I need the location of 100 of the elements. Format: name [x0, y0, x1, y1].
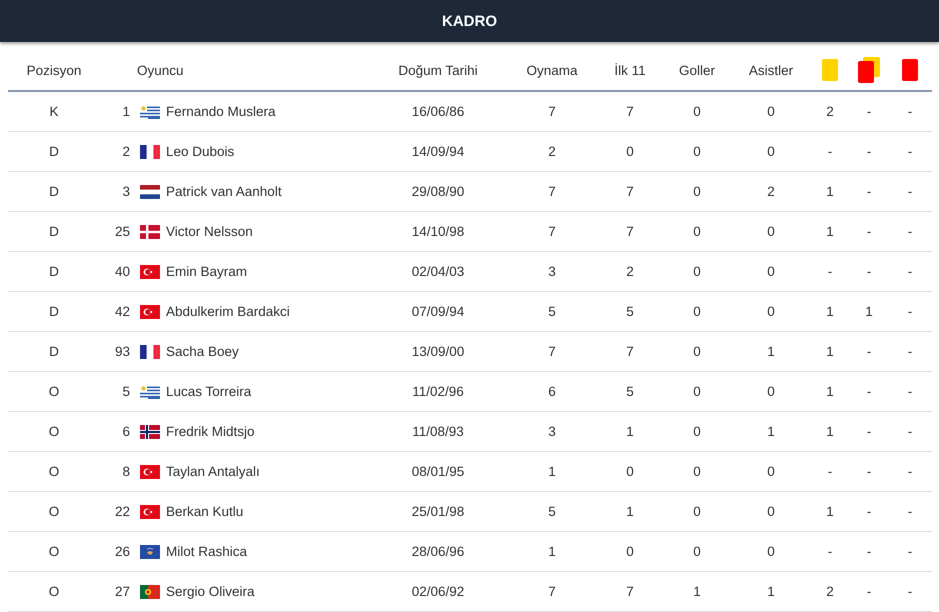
table-cell: 29/08/90: [412, 184, 464, 199]
table-cell: 1: [767, 424, 775, 439]
table-cell: 0: [767, 544, 775, 559]
denmark-flag-icon: [140, 224, 160, 238]
table-cell: 0: [693, 464, 701, 479]
table-cell: 7: [548, 584, 556, 599]
table-cell: 1: [626, 504, 634, 519]
table-cell: 6: [122, 424, 130, 439]
table-cell: -: [908, 384, 912, 399]
table-cell: 22: [114, 504, 130, 519]
column-header: Asistler: [748, 62, 794, 78]
table-cell: 1: [122, 104, 130, 119]
table-cell: 0: [693, 544, 701, 559]
table-cell: 08/01/95: [412, 464, 464, 479]
table-cell: 27: [114, 584, 130, 599]
table-cell: D: [49, 224, 59, 239]
table-cell: -: [866, 264, 872, 279]
table-cell: 0: [767, 304, 775, 319]
table-cell: -: [866, 344, 872, 359]
table-cell: O: [48, 384, 60, 399]
table-cell: D: [49, 184, 59, 199]
table-cell: 1: [826, 504, 834, 519]
section-title: KADRO: [442, 12, 497, 30]
table-cell: -: [908, 184, 912, 199]
table-cell: 1: [826, 424, 834, 439]
table-cell: 7: [626, 344, 634, 359]
table-cell: -: [866, 184, 872, 199]
table-cell: 40: [114, 264, 130, 279]
table-cell: 0: [693, 224, 701, 239]
table-cell: 0: [626, 544, 634, 559]
table-cell: -: [866, 424, 872, 439]
table-cell: 1: [548, 544, 556, 559]
table-cell: 42: [114, 304, 130, 319]
player-name: Leo Dubois: [166, 144, 234, 159]
table-cell: K: [49, 104, 58, 119]
table-cell: 0: [693, 504, 701, 519]
kosovo-flag-icon: [140, 544, 160, 558]
table-cell: 25: [114, 224, 130, 239]
column-header: Oyuncu: [137, 62, 184, 78]
table-cell: 26: [114, 544, 130, 559]
column-header: Doğum Tarihi: [398, 62, 478, 78]
table-cell: -: [866, 104, 872, 119]
table-cell: -: [828, 544, 832, 559]
table-cell: -: [866, 464, 872, 479]
table-cell: 28/06/96: [412, 544, 464, 559]
turkey-flag-icon: [140, 504, 160, 518]
norway-flag-icon: [140, 424, 160, 438]
column-header: Goller: [678, 62, 715, 78]
player-name: Emin Bayram: [166, 264, 248, 279]
table-cell: D: [49, 344, 59, 359]
table-cell: 0: [767, 504, 775, 519]
table-cell: 5: [626, 384, 634, 399]
table-cell: O: [48, 464, 60, 479]
table-cell: 3: [548, 424, 556, 439]
table-cell: 5: [548, 504, 556, 519]
table-cell: 11/02/96: [412, 384, 464, 399]
booking-card-icon: [821, 58, 839, 82]
column-header: Pozisyon: [26, 62, 82, 78]
table-cell: 5: [626, 304, 634, 319]
table-cell: 0: [767, 464, 775, 479]
netherlands-flag-icon: [140, 184, 160, 198]
table-cell: 0: [693, 344, 701, 359]
player-name: Fernando Muslera: [166, 104, 276, 119]
table-cell: 1: [767, 584, 775, 599]
table-cell: -: [908, 104, 912, 119]
dismissal-card-icon: [901, 58, 919, 82]
table-cell: 1: [767, 344, 775, 359]
france-flag-icon: [140, 144, 160, 158]
table-cell: 2: [122, 144, 130, 159]
table-cell: 5: [548, 304, 556, 319]
player-name: Sergio Oliveira: [166, 584, 255, 599]
table-cell: 5: [122, 384, 130, 399]
turkey-flag-icon: [140, 264, 160, 278]
table-cell: 0: [767, 104, 775, 119]
table-cell: 13/09/00: [412, 344, 464, 359]
table-cell: -: [908, 264, 912, 279]
table-cell: 1: [826, 344, 834, 359]
table-cell: O: [48, 584, 60, 599]
table-cell: 1: [826, 304, 834, 319]
table-cell: 3: [122, 184, 130, 199]
table-cell: 0: [693, 104, 701, 119]
table-cell: 7: [626, 584, 634, 599]
table-cell: 0: [693, 184, 701, 199]
table-cell: -: [908, 344, 912, 359]
table-cell: 1: [826, 224, 834, 239]
table-cell: -: [908, 464, 912, 479]
table-cell: 0: [767, 264, 775, 279]
player-name: Patrick van Aanholt: [166, 184, 282, 199]
table-cell: 0: [767, 224, 775, 239]
portugal-flag-icon: [140, 584, 160, 598]
table-cell: -: [866, 144, 872, 159]
table-cell: D: [49, 144, 59, 159]
table-cell: 1: [826, 384, 834, 399]
column-header: İlk 11: [614, 62, 646, 78]
table-cell: 7: [548, 184, 556, 199]
table-cell: 14/09/94: [412, 144, 464, 159]
table-cell: 25/01/98: [412, 504, 464, 519]
table-cell: 0: [693, 304, 701, 319]
table-cell: D: [49, 264, 59, 279]
table-cell: 2: [626, 264, 634, 279]
